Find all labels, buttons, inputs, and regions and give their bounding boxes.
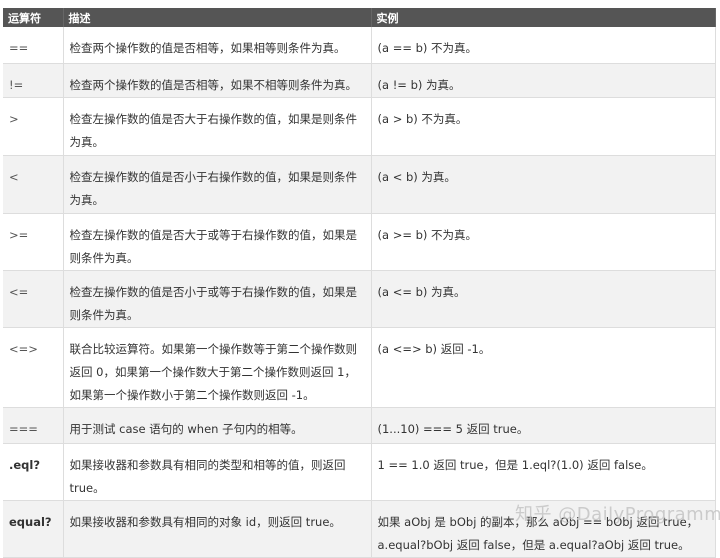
operator-cell: <=	[3, 270, 64, 328]
description-cell: 如果接收器和参数具有相同的对象 id，则返回 true。	[63, 500, 372, 558]
description-cell: 检查左操作数的值是否小于右操作数的值，如果是则条件为真。	[63, 155, 372, 214]
header-description: 描述	[63, 8, 372, 27]
table-row: === 用于测试 case 语句的 when 子句内的相等。 (1...10) ==…	[3, 407, 716, 444]
operator-cell: <	[3, 155, 64, 214]
description-cell: 用于测试 case 语句的 when 子句内的相等。	[63, 407, 372, 444]
table-row: != 检查两个操作数的值是否相等，如果不相等则条件为真。 (a != b) 为真。	[3, 63, 716, 98]
operator-cell: >=	[3, 213, 64, 271]
description-cell: 联合比较运算符。如果第一个操作数等于第二个操作数则返回 0，如果第一个操作数大于…	[63, 327, 372, 408]
example-cell: (1...10) === 5 返回 true。	[371, 407, 716, 444]
description-cell: 检查左操作数的值是否大于右操作数的值，如果是则条件为真。	[63, 97, 372, 156]
description-cell: 检查左操作数的值是否大于或等于右操作数的值，如果是则条件为真。	[63, 213, 372, 271]
operator-cell: >	[3, 97, 64, 156]
example-cell: (a != b) 为真。	[371, 63, 716, 98]
operator-cell: ===	[3, 407, 64, 444]
description-cell: 检查两个操作数的值是否相等，如果不相等则条件为真。	[63, 63, 372, 98]
operator-cell: .eql?	[3, 443, 64, 501]
table-row: > 检查左操作数的值是否大于右操作数的值，如果是则条件为真。 (a > b) 不为真…	[3, 97, 716, 156]
header-example: 实例	[371, 8, 716, 27]
operator-cell: !=	[3, 63, 64, 98]
example-cell: (a > b) 不为真。	[371, 97, 716, 156]
example-cell: (a <= b) 为真。	[371, 270, 716, 328]
table-header: 运算符 描述 实例	[3, 8, 716, 27]
example-cell: (a < b) 为真。	[371, 155, 716, 214]
description-cell: 检查左操作数的值是否小于或等于右操作数的值，如果是则条件为真。	[63, 270, 372, 328]
table-row: >= 检查左操作数的值是否大于或等于右操作数的值，如果是则条件为真。 (a >= b…	[3, 213, 716, 271]
operator-cell: ==	[3, 27, 64, 64]
example-cell: (a <=> b) 返回 -1。	[371, 327, 716, 408]
operator-cell: equal?	[3, 500, 64, 558]
header-operator: 运算符	[3, 8, 64, 27]
table-row: <= 检查左操作数的值是否小于或等于右操作数的值，如果是则条件为真。 (a <= b…	[3, 270, 716, 328]
operator-cell: <=>	[3, 327, 64, 408]
example-cell: (a >= b) 不为真。	[371, 213, 716, 271]
operators-table: 运算符 描述 实例 == 检查两个操作数的值是否相等，如果相等则条件为真。 (a =…	[3, 8, 716, 558]
table-row: <=> 联合比较运算符。如果第一个操作数等于第二个操作数则返回 0，如果第一个操作…	[3, 327, 716, 408]
watermark: 知乎 @DailyProgrammer	[515, 504, 720, 525]
example-cell: (a == b) 不为真。	[371, 27, 716, 64]
description-cell: 检查两个操作数的值是否相等，如果相等则条件为真。	[63, 27, 372, 64]
table-row: == 检查两个操作数的值是否相等，如果相等则条件为真。 (a == b) 不为真。	[3, 27, 716, 64]
table-row: .eql? 如果接收器和参数具有相同的类型和相等的值，则返回 true。 1 == …	[3, 443, 716, 501]
table-row: < 检查左操作数的值是否小于右操作数的值，如果是则条件为真。 (a < b) 为真。	[3, 155, 716, 214]
description-cell: 如果接收器和参数具有相同的类型和相等的值，则返回 true。	[63, 443, 372, 501]
example-cell: 1 == 1.0 返回 true，但是 1.eql?(1.0) 返回 false…	[371, 443, 716, 501]
